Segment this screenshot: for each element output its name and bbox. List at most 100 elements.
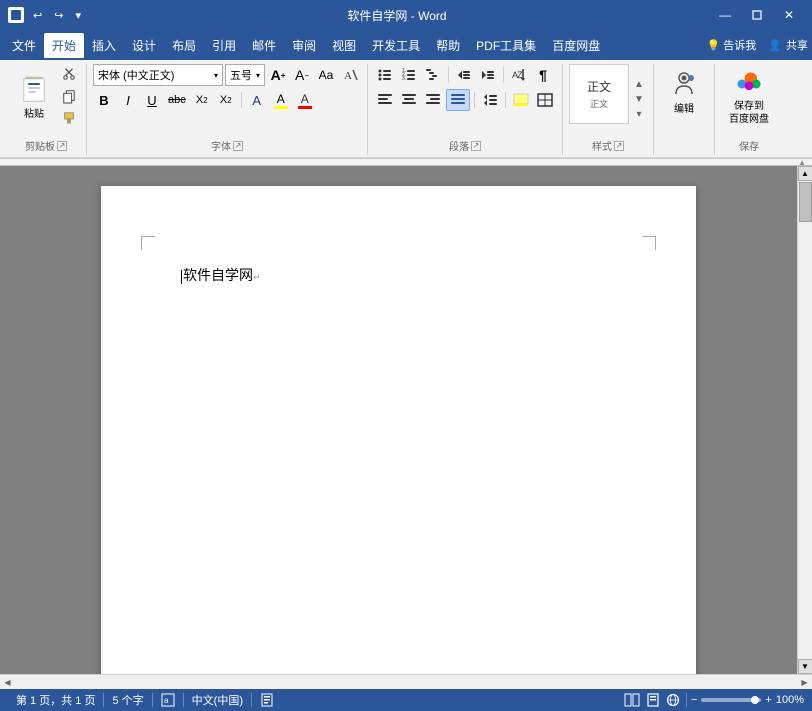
restore-btn[interactable] (742, 0, 772, 30)
scroll-up-btn[interactable]: ▲ (798, 166, 812, 181)
minimize-btn[interactable]: — (710, 0, 740, 30)
save-cloud-btn[interactable]: 保存到 百度网盘 (721, 64, 777, 130)
copy-btn[interactable] (58, 86, 80, 106)
doc-scroll[interactable]: 软件自学网↵ (0, 166, 797, 674)
italic-btn[interactable]: I (117, 89, 139, 111)
subscript-btn[interactable]: X2 (191, 89, 213, 111)
clipboard-right (58, 64, 80, 128)
edit-btn[interactable]: 编辑 (660, 64, 708, 119)
increase-font-btn[interactable]: A+ (267, 64, 289, 86)
right-scrollbar: ▲ ▼ (797, 166, 812, 674)
style-expand[interactable]: ▾ (636, 109, 641, 120)
show-marks-btn[interactable]: ¶ (532, 64, 554, 86)
menu-layout[interactable]: 布局 (164, 33, 204, 58)
clipboard-expand[interactable]: ↗ (57, 141, 67, 151)
view-mode-buttons (622, 691, 682, 709)
borders-btn[interactable] (534, 89, 556, 111)
style-scroll-down[interactable]: ▼ (634, 94, 644, 105)
align-left-btn[interactable] (374, 89, 396, 111)
styles-expand[interactable]: ↗ (614, 141, 624, 151)
paste-btn[interactable]: 粘贴 (12, 64, 56, 128)
menu-design[interactable]: 设计 (124, 33, 164, 58)
line-spacing-btn[interactable] (479, 89, 501, 111)
font-expand[interactable]: ↗ (233, 141, 243, 151)
share-btn[interactable]: 共享 (786, 37, 808, 53)
scroll-down-btn[interactable]: ▼ (798, 659, 812, 674)
shading-btn[interactable] (510, 89, 532, 111)
bold-btn[interactable]: B (93, 89, 115, 111)
menu-pdf[interactable]: PDF工具集 (468, 33, 544, 58)
zoom-slider[interactable] (701, 698, 761, 702)
menu-devtools[interactable]: 开发工具 (364, 33, 428, 58)
style-normal-item[interactable]: 正文 正文 (569, 64, 629, 124)
bullets-btn[interactable] (374, 64, 396, 86)
print-view-btn[interactable] (644, 691, 662, 709)
menu-insert[interactable]: 插入 (84, 33, 124, 58)
font-row-2: B I U abc X2 X2 A (93, 89, 316, 111)
clear-format-btn[interactable]: A (339, 64, 361, 86)
change-case-btn[interactable]: Aa (315, 64, 337, 86)
scroll-left-btn[interactable]: ◀ (0, 675, 15, 690)
sort-btn[interactable]: A Z (508, 64, 530, 86)
decrease-indent-btn[interactable] (453, 64, 475, 86)
scroll-thumb[interactable] (799, 182, 812, 222)
format-painter-btn[interactable] (58, 108, 80, 128)
status-page[interactable]: 第 1 页，共 1 页 (8, 692, 103, 708)
menu-file[interactable]: 文件 (4, 33, 44, 58)
menu-references[interactable]: 引用 (204, 33, 244, 58)
tell-me-btn[interactable]: 💡告诉我 (707, 37, 757, 53)
text-effect-btn[interactable]: A (246, 89, 268, 111)
qat-dropdown[interactable]: ▾ (72, 7, 84, 24)
main-area: 软件自学网↵ ▲ ▼ (0, 166, 812, 674)
read-view-icon (624, 693, 640, 707)
para-label: 段落 ↗ (445, 136, 485, 155)
font-color-btn[interactable]: A (294, 89, 316, 111)
ribbon-content: 粘贴 (0, 60, 812, 157)
menu-view[interactable]: 视图 (324, 33, 364, 58)
increase-indent-btn[interactable] (477, 64, 499, 86)
edit-empty-label (680, 151, 688, 155)
para-expand[interactable]: ↗ (471, 141, 481, 151)
menu-review[interactable]: 审阅 (284, 33, 324, 58)
redo-btn[interactable]: ↪ (51, 7, 66, 24)
align-right-btn[interactable] (422, 89, 444, 111)
align-center-btn[interactable] (398, 89, 420, 111)
undo-btn[interactable]: ↩ (30, 7, 45, 24)
superscript-btn[interactable]: X2 (215, 89, 237, 111)
web-view-btn[interactable] (664, 691, 682, 709)
cut-btn[interactable] (58, 64, 80, 84)
decrease-font-btn[interactable]: A− (291, 64, 313, 86)
status-language[interactable]: 中文(中国) (184, 692, 251, 708)
doc-text: 软件自学网 (183, 269, 253, 284)
doc-content[interactable]: 软件自学网↵ (181, 266, 616, 287)
strikethrough-btn[interactable]: abc (165, 89, 189, 111)
status-proofing[interactable]: a (153, 693, 183, 707)
multilevel-btn[interactable] (422, 64, 444, 86)
highlight-icon: A (274, 92, 288, 109)
menu-help[interactable]: 帮助 (428, 33, 468, 58)
menu-baidu[interactable]: 百度网盘 (544, 33, 608, 58)
justify-btn[interactable] (446, 89, 470, 111)
doc-page[interactable]: 软件自学网↵ (101, 186, 696, 674)
read-view-btn[interactable] (622, 691, 642, 709)
scroll-track[interactable] (798, 181, 812, 659)
font-size-select[interactable]: 五号 ▾ (225, 64, 265, 86)
doc-area: 软件自学网↵ ▲ ▼ (0, 166, 812, 674)
user-icon[interactable]: 👤 (768, 39, 782, 52)
status-words[interactable]: 5 个字 (104, 692, 151, 708)
paste-label: 粘贴 (24, 105, 44, 120)
scroll-right-btn[interactable]: ▶ (797, 675, 812, 690)
menu-home[interactable]: 开始 (44, 33, 84, 58)
clipboard-group-content: 粘贴 (12, 64, 80, 134)
status-layout-icon[interactable] (252, 693, 282, 707)
h-scroll-track[interactable] (15, 675, 797, 690)
style-normal-text: 正文 (587, 78, 611, 95)
close-btn[interactable]: ✕ (774, 0, 804, 30)
style-scroll-up[interactable]: ▲ (634, 79, 644, 90)
highlight-btn[interactable]: A (270, 89, 292, 111)
numbering-btn[interactable]: 1. 2. 3. (398, 64, 420, 86)
underline-btn[interactable]: U (141, 89, 163, 111)
menu-mail[interactable]: 邮件 (244, 33, 284, 58)
font-name-select[interactable]: 宋体 (中文正文) ▾ (93, 64, 223, 86)
zoom-thumb[interactable] (751, 696, 759, 704)
